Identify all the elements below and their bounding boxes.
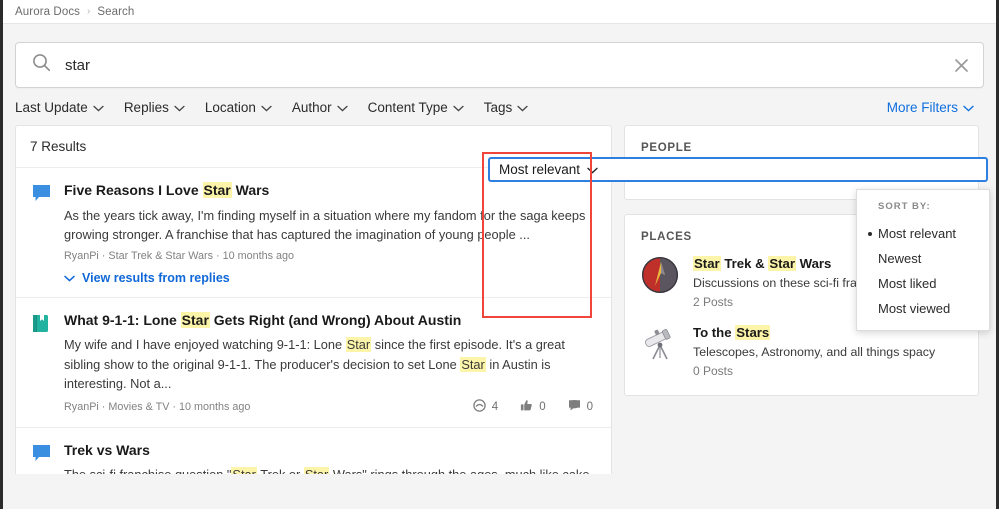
breadcrumb: Aurora Docs › Search	[3, 0, 996, 24]
sort-menu-label: SORT BY:	[878, 201, 931, 212]
search-icon	[32, 53, 51, 77]
filter-replies[interactable]: Replies	[124, 100, 185, 115]
chevron-down-icon	[93, 100, 104, 115]
search-term-highlight: Star	[231, 467, 257, 474]
comments-stat: 0	[568, 399, 593, 415]
sort-option[interactable]: Most liked	[857, 271, 989, 296]
result-title[interactable]: Five Reasons I Love Star Wars	[64, 182, 597, 200]
sort-options: Most relevant Newest Most liked Most viewed	[857, 221, 989, 321]
more-filters-button[interactable]: More Filters	[887, 100, 982, 115]
chevron-down-icon	[64, 271, 75, 285]
result-body: Five Reasons I Love Star Wars As the year…	[64, 182, 597, 285]
discussion-icon	[32, 182, 52, 285]
filter-label: Last Update	[15, 100, 88, 115]
discussion-icon	[32, 442, 52, 474]
sort-option[interactable]: Most relevant	[857, 221, 989, 246]
view-replies-link[interactable]: View results from replies	[64, 271, 597, 285]
comment-icon	[568, 399, 581, 415]
more-filters-label: More Filters	[886, 100, 958, 115]
filter-label: Location	[204, 100, 256, 115]
result-meta: RyanPi · Star Trek & Star Wars · 10 mont…	[64, 249, 295, 262]
filter-content-type[interactable]: Content Type	[368, 100, 464, 115]
likes-stat: 0	[520, 399, 546, 415]
thumbs-up-icon	[520, 399, 533, 415]
place-post-count: 0 Posts	[693, 364, 734, 378]
telescope-thumb	[641, 325, 679, 363]
filter-location[interactable]: Location	[205, 100, 272, 115]
result-meta-row: RyanPi · Star Trek & Star Wars · 10 mont…	[64, 250, 597, 262]
place-body: To the Stars Telescopes, Astronomy, and a…	[693, 325, 962, 378]
views-stat: 4	[473, 399, 498, 415]
result-stats: 4 0 0	[473, 399, 597, 415]
result-body: Trek vs Wars The sci-fi franchise questio…	[64, 442, 597, 474]
chevron-down-icon	[337, 100, 348, 115]
results-count: 7 Results	[30, 139, 87, 154]
result-item[interactable]: What 9-1-1: Lone Star Gets Right (and Wr…	[16, 298, 611, 428]
filter-tags[interactable]: Tags	[484, 100, 529, 115]
result-meta: RyanPi · Movies & TV · 10 months ago	[64, 400, 251, 413]
search-results-page: Aurora Docs › Search Last Update	[0, 0, 999, 509]
search-term-highlight: Star	[345, 337, 372, 353]
chevron-down-icon	[261, 100, 272, 115]
view-replies-label: View results from replies	[82, 270, 230, 285]
sort-option[interactable]: Newest	[857, 246, 989, 271]
chevron-down-icon	[453, 100, 464, 115]
breadcrumb-current[interactable]: Search	[97, 6, 134, 18]
filter-bar: Last Update Replies Location Author Cont…	[3, 88, 996, 125]
search-term-highlight: Star	[303, 467, 330, 474]
chevron-down-icon	[517, 100, 528, 115]
results-list: Five Reasons I Love Star Wars As the year…	[16, 168, 611, 474]
filter-label: Tags	[483, 100, 513, 115]
place-item[interactable]: To the Stars Telescopes, Astronomy, and a…	[641, 325, 962, 378]
chevron-down-icon	[174, 100, 185, 115]
result-body: What 9-1-1: Lone Star Gets Right (and Wr…	[64, 311, 597, 415]
chevron-down-icon	[963, 100, 974, 115]
result-snippet: As the years tick away, I'm finding myse…	[64, 207, 586, 242]
search-term-highlight: Star	[693, 256, 721, 271]
search-term-highlight: Star	[180, 311, 210, 328]
star-trek-insignia-thumb	[641, 256, 679, 294]
sort-menu: SORT BY: Most relevant Newest Most liked Mo…	[856, 189, 990, 331]
sort-select[interactable]: Most relevant	[488, 157, 988, 182]
search-term-highlight: Star	[202, 182, 232, 198]
result-snippet: My wife and I have enjoyed watching 9-1-…	[64, 337, 565, 391]
chevron-right-icon: ›	[87, 6, 91, 17]
search-bar[interactable]	[15, 42, 984, 88]
result-snippet: The sci-fi franchise question "Star Trek…	[64, 465, 597, 474]
search-term-highlight: Star	[768, 256, 796, 271]
filter-label: Content Type	[367, 100, 448, 115]
views-count: 4	[491, 400, 499, 413]
close-icon[interactable]	[939, 43, 983, 87]
search-term-highlight: Stars	[735, 325, 771, 340]
filter-label: Replies	[123, 100, 169, 115]
sort-control: Most relevant SORT BY: Most relevant Newe…	[488, 157, 990, 331]
result-meta-row: RyanPi · Movies & TV · 10 months ago 4 0 0	[64, 399, 597, 415]
breadcrumb-root[interactable]: Aurora Docs	[15, 6, 80, 18]
chevron-down-icon	[587, 162, 598, 177]
document-icon	[32, 312, 52, 415]
views-icon	[473, 399, 486, 415]
sort-option[interactable]: Most viewed	[857, 296, 989, 321]
filter-label: Author	[291, 100, 332, 115]
search-term-highlight: Star	[460, 356, 486, 372]
result-title[interactable]: What 9-1-1: Lone Star Gets Right (and Wr…	[64, 311, 597, 330]
result-title[interactable]: Trek vs Wars	[64, 442, 597, 460]
result-item[interactable]: Five Reasons I Love Star Wars As the year…	[16, 168, 611, 298]
search-input[interactable]	[65, 56, 939, 74]
people-panel-title: PEOPLE	[641, 142, 692, 154]
likes-count: 0	[539, 400, 546, 413]
place-description: Telescopes, Astronomy, and all things sp…	[693, 345, 936, 359]
result-item[interactable]: Trek vs Wars The sci-fi franchise questio…	[16, 428, 611, 474]
filter-author[interactable]: Author	[292, 100, 348, 115]
filter-last-update[interactable]: Last Update	[15, 100, 104, 115]
comments-count: 0	[586, 400, 593, 413]
search-section	[3, 24, 996, 88]
sort-selected-value: Most relevant	[499, 162, 581, 177]
